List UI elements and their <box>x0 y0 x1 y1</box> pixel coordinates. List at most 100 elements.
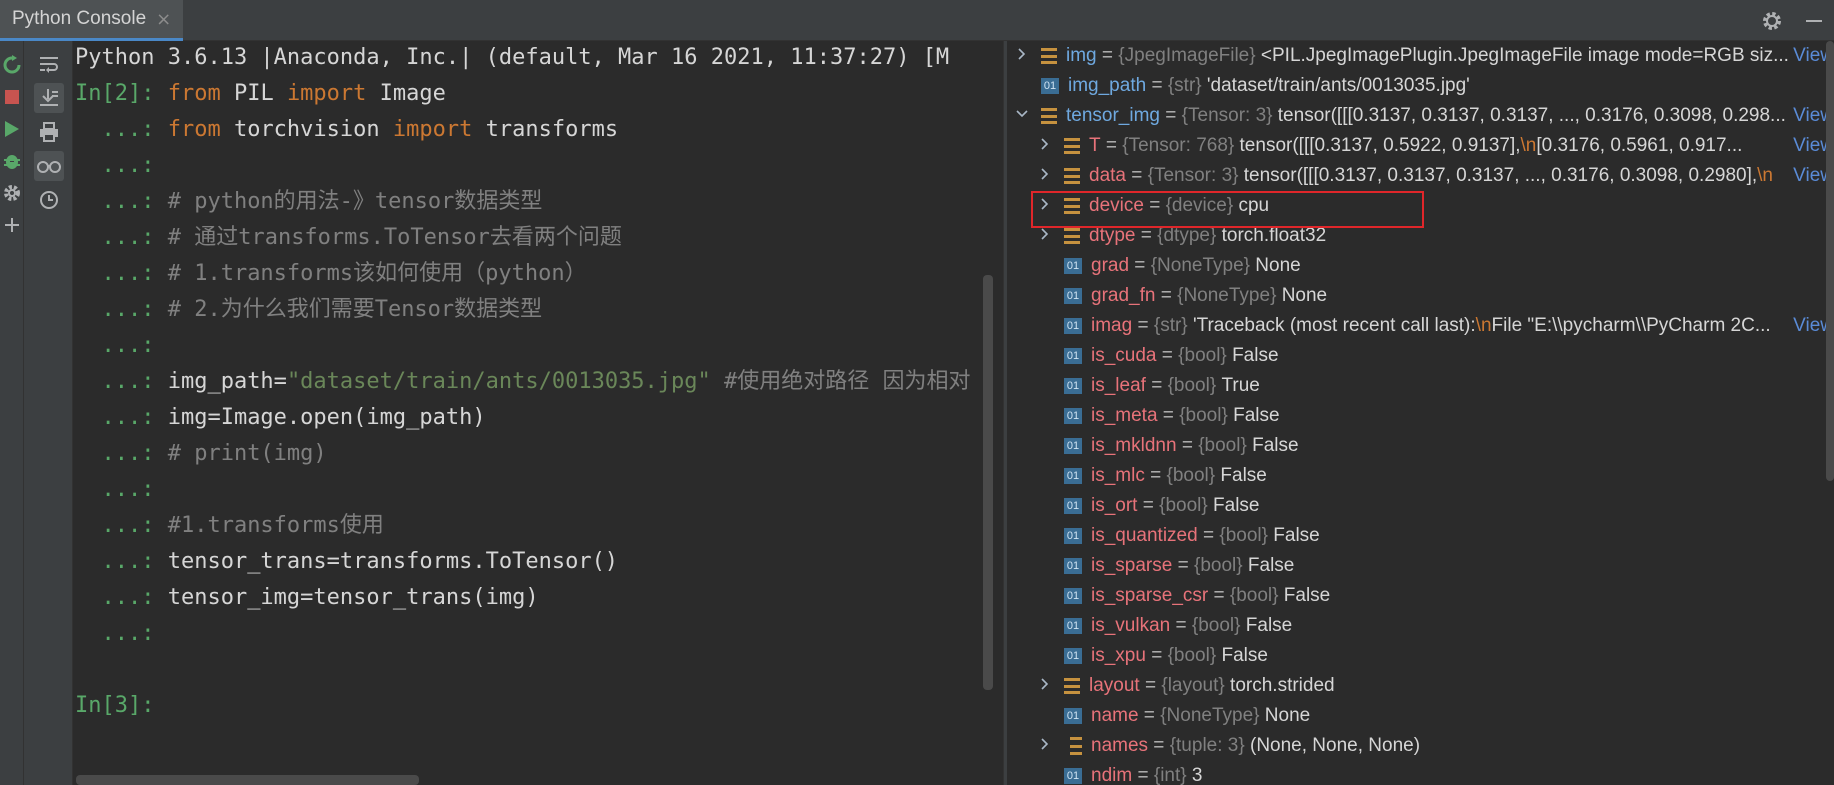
tab-python-console[interactable]: Python Console × <box>0 0 184 41</box>
variables-vertical-scrollbar[interactable] <box>1826 41 1834 481</box>
tab-label: Python Console <box>12 8 147 29</box>
variable-name: name <box>1091 705 1139 726</box>
chevron-right-icon[interactable] <box>1036 167 1054 185</box>
equals-sign: = <box>1139 675 1162 696</box>
variable-row-is-mkldnn[interactable]: 01 is_mkldnn = {bool} False <box>1007 431 1834 461</box>
rerun-icon[interactable] <box>0 51 24 79</box>
console-horizontal-scrollbar[interactable] <box>76 775 419 785</box>
minimize-icon[interactable] <box>1802 9 1826 33</box>
primitive-icon: 01 <box>1064 288 1082 304</box>
variable-name: grad <box>1091 255 1130 276</box>
soft-wrap-icon[interactable] <box>34 49 64 79</box>
scroll-to-end-icon[interactable] <box>34 83 64 113</box>
chevron-right-icon[interactable] <box>1036 227 1054 245</box>
variable-type: {NoneType} <box>1177 285 1277 306</box>
console-line: ...: from torchvision import transforms <box>75 115 618 145</box>
object-icon <box>1064 168 1080 184</box>
variable-row-layout[interactable]: layout = {layout} torch.strided <box>1007 671 1834 701</box>
variable-row-imag[interactable]: 01 imag = {str} 'Traceback (most recent c… <box>1007 311 1834 341</box>
primitive-icon: 01 <box>1064 438 1082 454</box>
console-vertical-scrollbar[interactable] <box>983 275 993 690</box>
variable-row-is-sparse-csr[interactable]: 01 is_sparse_csr = {bool} False <box>1007 581 1834 611</box>
chevron-down-icon[interactable] <box>1013 107 1031 125</box>
equals-sign: = <box>1129 255 1151 276</box>
equals-sign: = <box>1172 555 1194 576</box>
gear-icon[interactable] <box>0 179 24 207</box>
variable-type: {bool} <box>1159 495 1208 516</box>
variable-row-is-mlc[interactable]: 01 is_mlc = {bool} False <box>1007 461 1834 491</box>
variable-name: is_mlc <box>1091 465 1145 486</box>
variable-value: False <box>1252 435 1299 456</box>
console-line: ...: # 2.为什么我们需要Tensor数据类型 <box>75 295 542 325</box>
variable-value: False <box>1273 525 1320 546</box>
console-output[interactable]: Python 3.6.13 |Anaconda, Inc.| (default,… <box>73 41 983 785</box>
variable-name: img_path <box>1068 75 1147 96</box>
variable-type: {str} <box>1153 315 1188 336</box>
variable-row-name[interactable]: 01 name = {NoneType} None <box>1007 701 1834 731</box>
console-prompt: ...: <box>75 441 168 466</box>
print-icon[interactable] <box>34 117 64 147</box>
console-prompt: ...: <box>75 405 168 430</box>
console-action-toolbar <box>0 41 24 785</box>
chevron-right-icon[interactable] <box>1036 137 1054 155</box>
object-icon <box>1064 228 1080 244</box>
variable-value: False <box>1283 585 1331 606</box>
plus-icon[interactable] <box>0 211 24 239</box>
variable-row-img-path[interactable]: 01 img_path = {str} 'dataset/train/ants/0… <box>1007 71 1834 101</box>
console-input-prompt[interactable]: In[3]: <box>75 691 154 721</box>
equals-sign: = <box>1155 285 1178 306</box>
variable-type: {Tensor: 768} <box>1122 135 1235 156</box>
variable-row-is-ort[interactable]: 01 is_ort = {bool} False <box>1007 491 1834 521</box>
equals-sign: = <box>1160 105 1182 126</box>
variable-row-ndim[interactable]: 01 ndim = {int} 3 <box>1007 761 1834 785</box>
run-icon[interactable] <box>0 115 24 143</box>
variable-name: T <box>1089 135 1101 156</box>
variable-value: tensor([[[0.3137, 0.5922, 0.9137], <box>1239 135 1521 156</box>
chevron-right-icon[interactable] <box>1013 47 1031 65</box>
variable-row-is-meta[interactable]: 01 is_meta = {bool} False <box>1007 401 1834 431</box>
variable-row-is-vulkan[interactable]: 01 is_vulkan = {bool} False <box>1007 611 1834 641</box>
object-icon <box>1041 108 1057 124</box>
equals-sign: = <box>1145 645 1168 666</box>
bug-icon[interactable] <box>0 147 24 175</box>
variable-row-grad-fn[interactable]: 01 grad_fn = {NoneType} None <box>1007 281 1834 311</box>
variable-name: imag <box>1091 315 1133 336</box>
variable-row-img[interactable]: img = {JpegImageFile} <PIL.JpegImagePlug… <box>1007 41 1834 71</box>
code-token: transforms <box>472 117 619 142</box>
console-banner: Python 3.6.13 |Anaconda, Inc.| (default,… <box>75 45 950 70</box>
newline-escape: \n <box>1475 315 1492 336</box>
variable-name: is_meta <box>1091 405 1158 426</box>
code-token: #1.transforms使用 <box>167 513 384 538</box>
variable-value: False <box>1247 555 1295 576</box>
variable-row-T[interactable]: T = {Tensor: 768} tensor([[[0.3137, 0.59… <box>1007 131 1834 161</box>
variable-row-names[interactable]: names = {tuple: 3} (None, None, None) <box>1007 731 1834 761</box>
history-icon[interactable] <box>34 185 64 215</box>
variable-row-is-leaf[interactable]: 01 is_leaf = {bool} True <box>1007 371 1834 401</box>
console-line: ...: # python的用法-》tensor数据类型 <box>75 187 542 217</box>
primitive-icon: 01 <box>1064 378 1082 394</box>
chevron-right-icon[interactable] <box>1036 737 1054 755</box>
variable-row-is-xpu[interactable]: 01 is_xpu = {bool} False <box>1007 641 1834 671</box>
equals-sign: = <box>1146 75 1168 96</box>
variable-row-tensor-img[interactable]: tensor_img = {Tensor: 3} tensor([[[0.313… <box>1007 101 1834 131</box>
variable-row-grad[interactable]: 01 grad = {NoneType} None <box>1007 251 1834 281</box>
console-prompt: ...: <box>75 117 168 142</box>
code-token: # print(img) <box>167 441 327 466</box>
equals-sign: = <box>1176 435 1199 456</box>
variables-panel: img = {JpegImageFile} <PIL.JpegImagePlug… <box>1007 41 1834 785</box>
gear-icon[interactable] <box>1760 9 1784 33</box>
glasses-icon[interactable] <box>34 151 64 181</box>
console-prompt: ...: <box>75 585 168 610</box>
variable-row-is-sparse[interactable]: 01 is_sparse = {bool} False <box>1007 551 1834 581</box>
variable-row-data[interactable]: data = {Tensor: 3} tensor([[[0.3137, 0.3… <box>1007 161 1834 191</box>
stop-icon[interactable] <box>0 83 24 111</box>
chevron-right-icon[interactable] <box>1036 677 1054 695</box>
code-token: Image <box>366 81 446 106</box>
variable-row-is-quantized[interactable]: 01 is_quantized = {bool} False <box>1007 521 1834 551</box>
code-token: "dataset/train/ants/0013035.jpg" <box>286 369 711 394</box>
variable-row-is-cuda[interactable]: 01 is_cuda = {bool} False <box>1007 341 1834 371</box>
device-highlight-box <box>1031 191 1424 228</box>
close-icon[interactable]: × <box>156 9 171 30</box>
code-token: #使用绝对路径 因为相对 <box>710 369 971 394</box>
variable-name: ndim <box>1091 765 1133 785</box>
